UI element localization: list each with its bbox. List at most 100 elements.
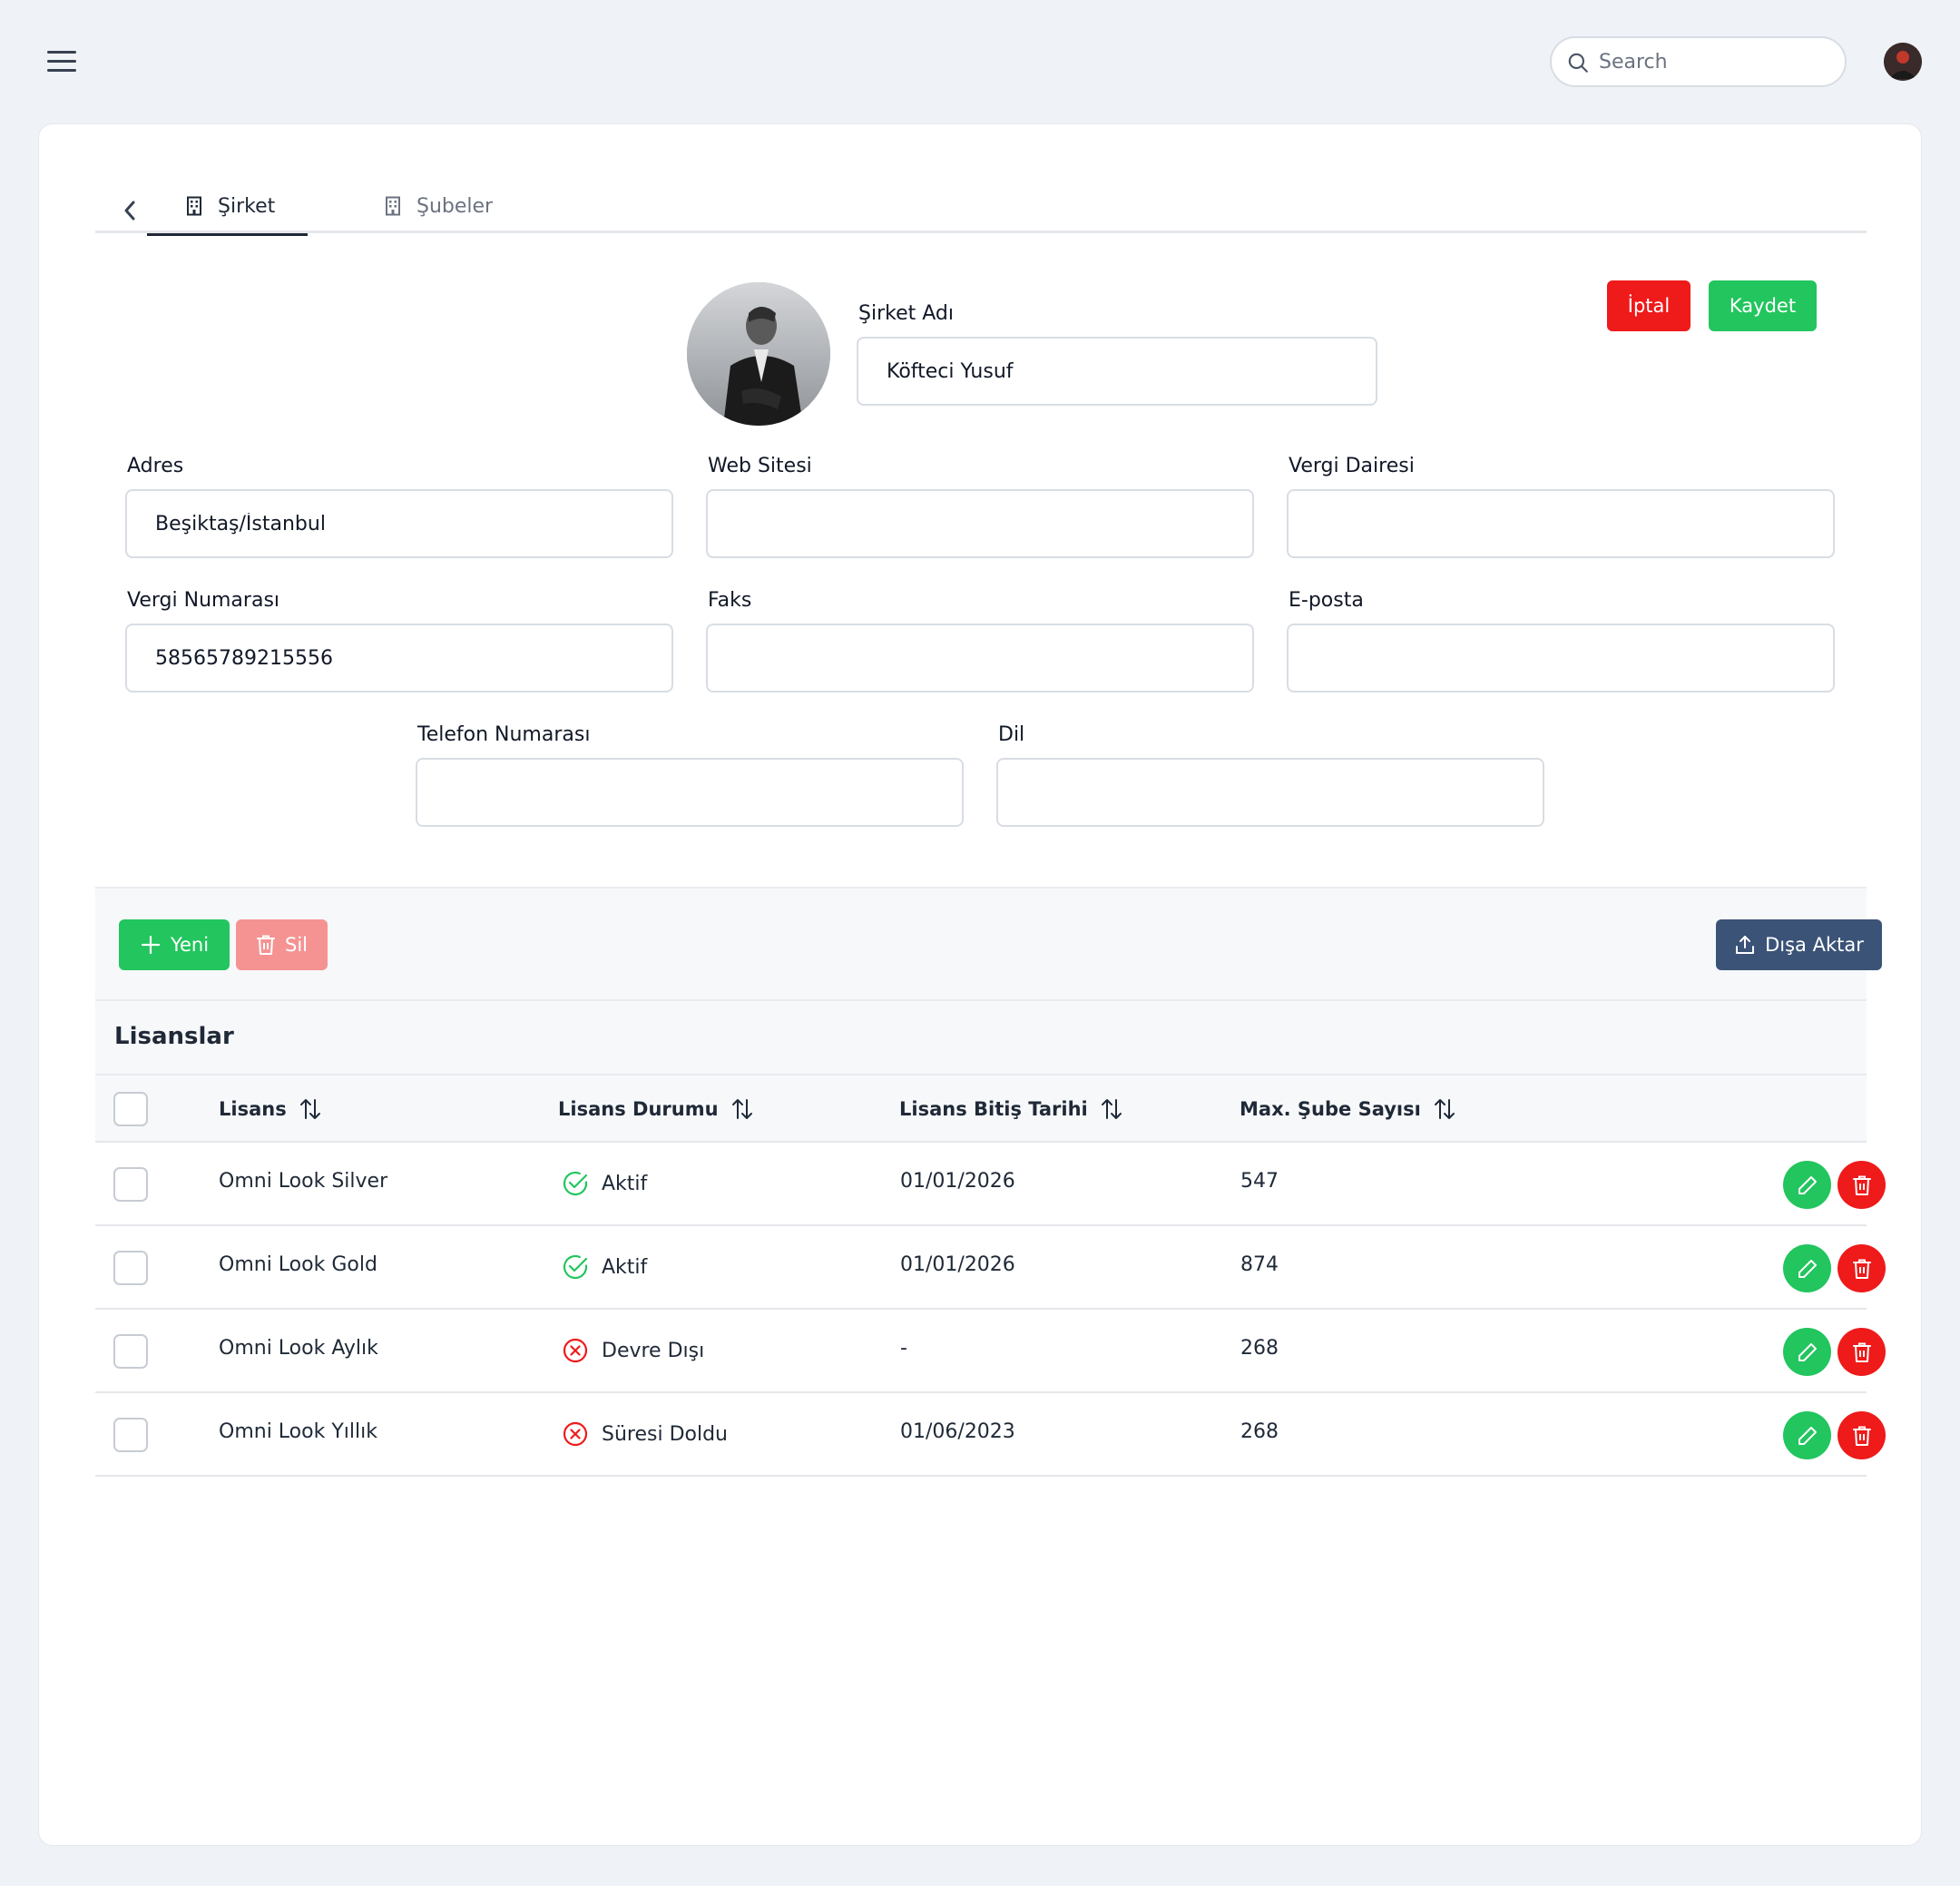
license-max-branches: 547 xyxy=(1240,1170,1279,1193)
table-row[interactable]: Omni Look Yıllık Süresi Doldu 01/06/2023… xyxy=(95,1393,1886,1477)
license-max-branches: 268 xyxy=(1240,1337,1279,1360)
search-icon xyxy=(1568,53,1588,73)
column-header-end-date[interactable]: Lisans Bitiş Tarihi xyxy=(899,1097,1122,1121)
edit-button[interactable] xyxy=(1783,1244,1831,1292)
tab-sirket-label: Şirket xyxy=(218,194,276,218)
license-max-branches: 268 xyxy=(1240,1420,1279,1443)
edit-button[interactable] xyxy=(1783,1411,1831,1459)
pencil-icon xyxy=(1798,1342,1817,1361)
license-status: Süresi Doldu xyxy=(562,1420,728,1448)
table-toolbar: Yeni Sil Dışa Aktar xyxy=(95,887,1882,1001)
new-button[interactable]: Yeni xyxy=(119,919,230,970)
edit-button[interactable] xyxy=(1783,1161,1831,1209)
license-status: Aktif xyxy=(562,1170,647,1197)
tax-number-label: Vergi Numarası xyxy=(127,589,280,612)
license-name: Omni Look Aylık xyxy=(219,1337,378,1360)
tab-sirket[interactable]: Şirket xyxy=(147,179,308,236)
plus-icon xyxy=(141,935,161,955)
row-checkbox[interactable] xyxy=(113,1418,148,1452)
building-icon xyxy=(187,196,201,216)
license-status-label: Süresi Doldu xyxy=(602,1422,728,1446)
website-label: Web Sitesi xyxy=(708,455,812,477)
trash-icon xyxy=(1852,1259,1871,1279)
search-box[interactable] xyxy=(1550,36,1847,87)
pencil-icon xyxy=(1798,1259,1817,1278)
trash-icon xyxy=(1852,1342,1871,1362)
back-button[interactable] xyxy=(112,192,148,228)
sort-icon xyxy=(299,1099,320,1119)
license-status-label: Devre Dışı xyxy=(602,1339,705,1362)
sort-icon xyxy=(1101,1099,1122,1119)
sort-icon xyxy=(1434,1099,1455,1119)
license-end-date: - xyxy=(900,1337,907,1360)
tab-subeler[interactable]: Şubeler xyxy=(384,179,493,233)
sort-icon xyxy=(731,1099,752,1119)
company-photo[interactable] xyxy=(687,282,830,426)
tab-subeler-label: Şubeler xyxy=(416,194,494,218)
delete-button[interactable]: Sil xyxy=(236,919,328,970)
export-button-label: Dışa Aktar xyxy=(1765,934,1864,956)
website-field[interactable] xyxy=(706,489,1254,558)
column-header-max-branches[interactable]: Max. Şube Sayısı xyxy=(1240,1097,1455,1121)
table-row[interactable]: Omni Look Gold Aktif 01/01/2026 874 xyxy=(95,1226,1886,1310)
column-header-label: Lisans Bitiş Tarihi xyxy=(899,1098,1088,1120)
menu-icon[interactable] xyxy=(47,51,76,73)
row-checkbox[interactable] xyxy=(113,1167,148,1202)
license-status-label: Aktif xyxy=(602,1255,648,1279)
chevron-left-icon xyxy=(124,201,135,221)
delete-row-button[interactable] xyxy=(1838,1244,1886,1292)
column-header-label: Lisans xyxy=(219,1098,287,1120)
pencil-icon xyxy=(1798,1175,1817,1194)
table-row[interactable]: Omni Look Aylık Devre Dışı - 268 xyxy=(95,1310,1886,1393)
row-checkbox[interactable] xyxy=(113,1251,148,1285)
tax-office-field[interactable] xyxy=(1287,489,1835,558)
column-header-label: Max. Şube Sayısı xyxy=(1240,1098,1421,1120)
email-label: E-posta xyxy=(1289,589,1364,612)
email-field[interactable] xyxy=(1287,624,1835,693)
cancel-button[interactable]: İptal xyxy=(1607,280,1690,331)
column-header-license-status[interactable]: Lisans Durumu xyxy=(558,1097,753,1121)
edit-button[interactable] xyxy=(1783,1328,1831,1376)
trash-icon xyxy=(257,935,275,955)
tax-number-field[interactable] xyxy=(125,624,673,693)
search-input[interactable] xyxy=(1599,45,1835,78)
trash-icon xyxy=(1852,1175,1871,1195)
table-header: Lisans Lisans Durumu Lisans Bitiş Tarihi… xyxy=(95,1076,1867,1143)
select-all-checkbox[interactable] xyxy=(113,1092,148,1126)
fax-field[interactable] xyxy=(706,624,1254,693)
phone-field[interactable] xyxy=(416,758,964,827)
license-max-branches: 874 xyxy=(1240,1253,1279,1276)
save-button[interactable]: Kaydet xyxy=(1709,280,1817,331)
company-name-label: Şirket Adı xyxy=(858,302,954,325)
x-circle-icon xyxy=(563,1338,588,1363)
delete-button-label: Sil xyxy=(285,934,308,956)
x-circle-icon xyxy=(563,1421,588,1447)
license-name: Omni Look Gold xyxy=(219,1253,377,1276)
user-avatar[interactable] xyxy=(1884,43,1922,81)
license-status: Devre Dışı xyxy=(562,1337,704,1364)
table-row[interactable]: Omni Look Silver Aktif 01/01/2026 547 xyxy=(95,1143,1886,1226)
export-button[interactable]: Dışa Aktar xyxy=(1716,919,1882,970)
top-bar xyxy=(0,0,1960,122)
company-name-field[interactable] xyxy=(857,337,1377,406)
language-label: Dil xyxy=(998,723,1025,746)
column-header-license[interactable]: Lisans xyxy=(219,1097,321,1121)
delete-row-button[interactable] xyxy=(1838,1161,1886,1209)
delete-row-button[interactable] xyxy=(1838,1411,1886,1459)
tax-office-label: Vergi Dairesi xyxy=(1289,455,1415,477)
pencil-icon xyxy=(1798,1426,1817,1445)
tab-bar: Şirket Şubeler xyxy=(95,179,1867,236)
building-icon xyxy=(386,196,400,216)
check-circle-icon xyxy=(563,1171,588,1196)
column-header-label: Lisans Durumu xyxy=(558,1098,719,1120)
licenses-title: Lisanslar xyxy=(114,1023,234,1050)
delete-row-button[interactable] xyxy=(1838,1328,1886,1376)
check-circle-icon xyxy=(563,1254,588,1280)
language-field[interactable] xyxy=(996,758,1544,827)
row-checkbox[interactable] xyxy=(113,1334,148,1369)
upload-icon xyxy=(1736,936,1755,954)
main-card: Şirket Şubeler Şirket Adı Köfteci Yusuf … xyxy=(38,123,1922,1846)
address-field[interactable] xyxy=(125,489,673,558)
phone-label: Telefon Numarası xyxy=(417,723,591,746)
license-name: Omni Look Silver xyxy=(219,1170,388,1193)
